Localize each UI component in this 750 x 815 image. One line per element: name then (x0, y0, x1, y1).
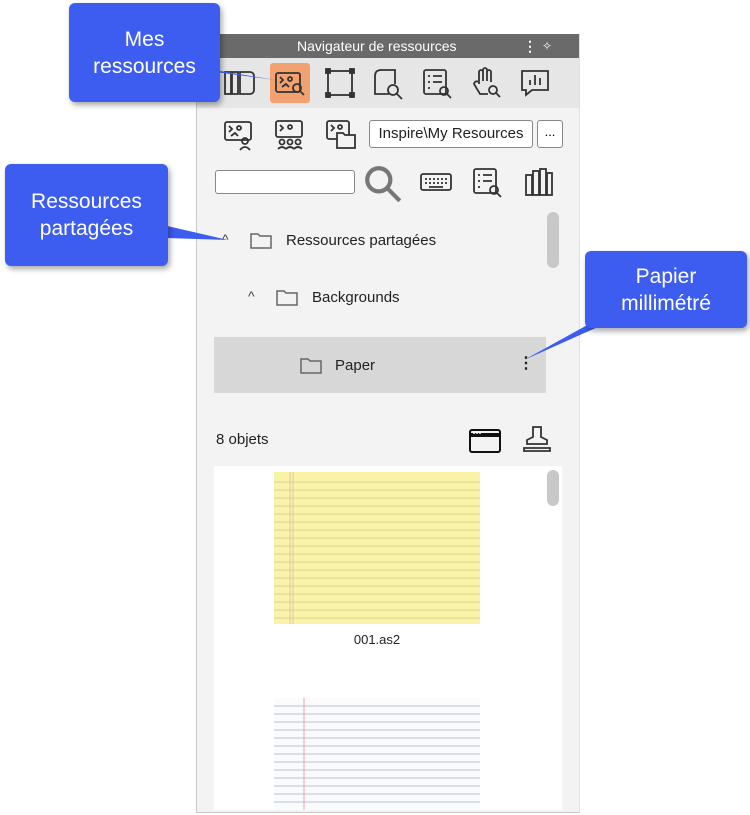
callout-ressources-partagees: Ressources partagées (5, 164, 168, 266)
callout-text: Papier millimétré (621, 264, 711, 315)
callout-mes-ressources: Mes ressources (69, 3, 220, 102)
callout-text: Ressources partagées (31, 190, 142, 240)
callout-papier-millimetre: Papier millimétré (585, 251, 747, 328)
callout-text: Mes ressources (93, 27, 196, 78)
callout-pointers (150, 70, 618, 360)
